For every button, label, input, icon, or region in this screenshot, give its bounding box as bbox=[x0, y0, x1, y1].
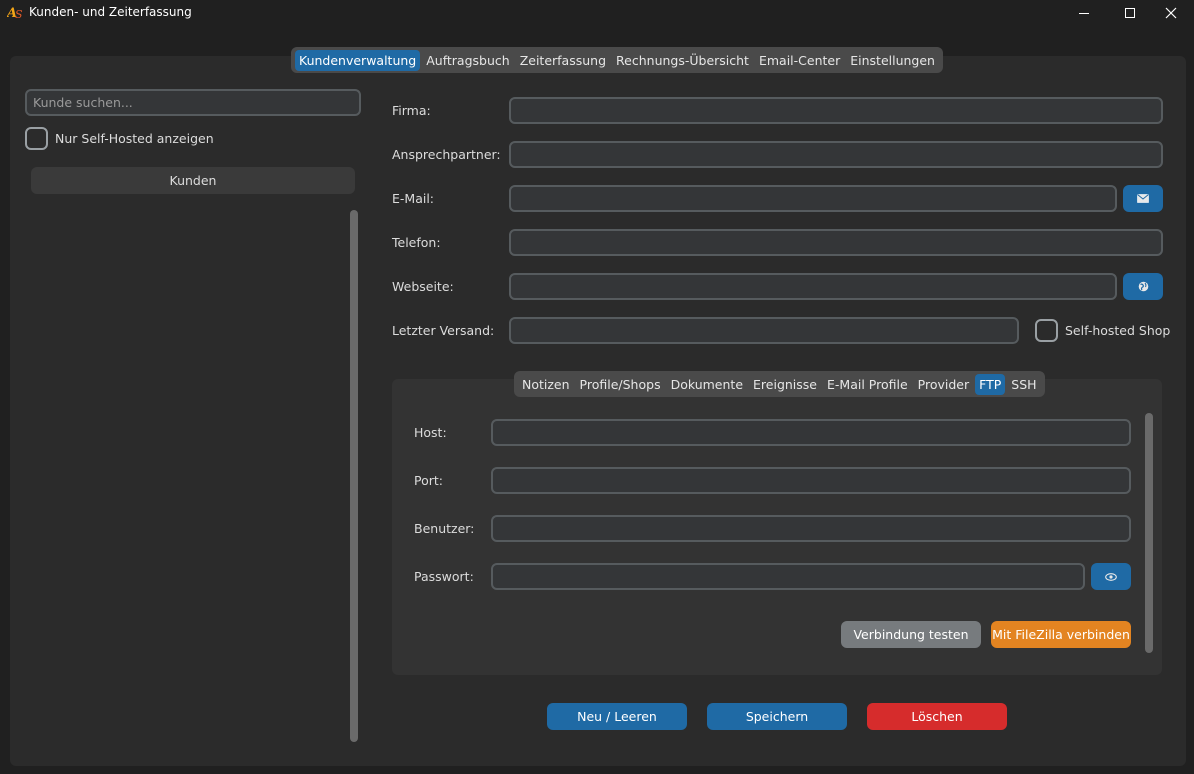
customer-list-scrollbar[interactable] bbox=[350, 210, 358, 742]
eye-icon bbox=[1105, 572, 1117, 581]
app-logo-icon: A S bbox=[7, 6, 23, 20]
tab-email-center[interactable]: Email-Center bbox=[755, 50, 844, 71]
tab-rechnungs-uebersicht[interactable]: Rechnungs-Übersicht bbox=[612, 50, 753, 71]
firma-input[interactable] bbox=[509, 97, 1163, 124]
email-input[interactable] bbox=[509, 185, 1117, 212]
letzter-versand-label: Letzter Versand: bbox=[392, 323, 495, 338]
detail-scrollbar[interactable] bbox=[1145, 413, 1153, 653]
self-hosted-filter-label: Nur Self-Hosted anzeigen bbox=[55, 131, 214, 146]
self-hosted-label: Self-hosted Shop bbox=[1065, 323, 1171, 338]
svg-text:S: S bbox=[15, 8, 23, 20]
ansprechpartner-label: Ansprechpartner: bbox=[392, 147, 501, 162]
filezilla-connect-button[interactable]: Mit FileZilla verbinden bbox=[991, 621, 1131, 648]
toggle-password-button[interactable] bbox=[1091, 563, 1131, 590]
telefon-input[interactable] bbox=[509, 229, 1163, 256]
window-title: Kunden- und Zeiterfassung bbox=[29, 5, 192, 19]
tab-einstellungen[interactable]: Einstellungen bbox=[846, 50, 939, 71]
envelope-icon bbox=[1137, 194, 1149, 203]
delete-button[interactable]: Löschen bbox=[867, 703, 1007, 730]
email-label: E-Mail: bbox=[392, 191, 435, 206]
new-clear-button[interactable]: Neu / Leeren bbox=[547, 703, 687, 730]
customer-list[interactable] bbox=[31, 200, 347, 740]
subtab-email-profile[interactable]: E-Mail Profile bbox=[823, 374, 912, 395]
subtab-ftp[interactable]: FTP bbox=[975, 373, 1006, 395]
subtab-provider[interactable]: Provider bbox=[914, 374, 973, 395]
tab-zeiterfassung[interactable]: Zeiterfassung bbox=[516, 50, 610, 71]
open-website-button[interactable] bbox=[1123, 273, 1163, 300]
test-connection-button[interactable]: Verbindung testen bbox=[841, 621, 981, 648]
self-hosted-filter-checkbox[interactable] bbox=[25, 127, 48, 150]
maximize-button[interactable] bbox=[1107, 0, 1153, 26]
tab-kundenverwaltung[interactable]: Kundenverwaltung bbox=[295, 49, 421, 71]
ansprechpartner-input[interactable] bbox=[509, 141, 1163, 168]
tab-auftragsbuch[interactable]: Auftragsbuch bbox=[422, 50, 513, 71]
ftp-password-label: Passwort: bbox=[414, 569, 474, 584]
subtab-profile-shops[interactable]: Profile/Shops bbox=[576, 374, 665, 395]
ftp-host-label: Host: bbox=[414, 425, 447, 440]
customer-list-header: Kunden bbox=[31, 167, 355, 194]
ftp-user-input[interactable] bbox=[491, 515, 1131, 542]
send-email-button[interactable] bbox=[1123, 185, 1163, 212]
title-bar: A S Kunden- und Zeiterfassung bbox=[0, 0, 1194, 26]
subtab-dokumente[interactable]: Dokumente bbox=[667, 374, 747, 395]
firma-label: Firma: bbox=[392, 103, 431, 118]
close-icon bbox=[1165, 7, 1177, 19]
ftp-password-input[interactable] bbox=[491, 563, 1085, 590]
minimize-button[interactable] bbox=[1061, 0, 1107, 26]
ftp-host-input[interactable] bbox=[491, 419, 1131, 446]
customer-search-input[interactable] bbox=[25, 89, 361, 116]
subtab-ssh[interactable]: SSH bbox=[1007, 374, 1040, 395]
telefon-label: Telefon: bbox=[392, 235, 441, 250]
globe-icon bbox=[1138, 281, 1148, 292]
close-button[interactable] bbox=[1148, 0, 1194, 26]
save-button[interactable]: Speichern bbox=[707, 703, 847, 730]
subtab-notizen[interactable]: Notizen bbox=[518, 374, 574, 395]
subtab-ereignisse[interactable]: Ereignisse bbox=[749, 374, 821, 395]
maximize-icon bbox=[1125, 8, 1135, 18]
letzter-versand-input[interactable] bbox=[509, 317, 1019, 344]
ftp-user-label: Benutzer: bbox=[414, 521, 475, 536]
minimize-icon bbox=[1079, 13, 1089, 14]
ftp-port-input[interactable] bbox=[491, 467, 1131, 494]
detail-tabbar: Notizen Profile/Shops Dokumente Ereignis… bbox=[514, 371, 1045, 397]
ftp-port-label: Port: bbox=[414, 473, 443, 488]
main-tabbar: Kundenverwaltung Auftragsbuch Zeiterfass… bbox=[291, 47, 943, 73]
webseite-input[interactable] bbox=[509, 273, 1117, 300]
webseite-label: Webseite: bbox=[392, 279, 454, 294]
self-hosted-checkbox[interactable] bbox=[1035, 319, 1058, 342]
